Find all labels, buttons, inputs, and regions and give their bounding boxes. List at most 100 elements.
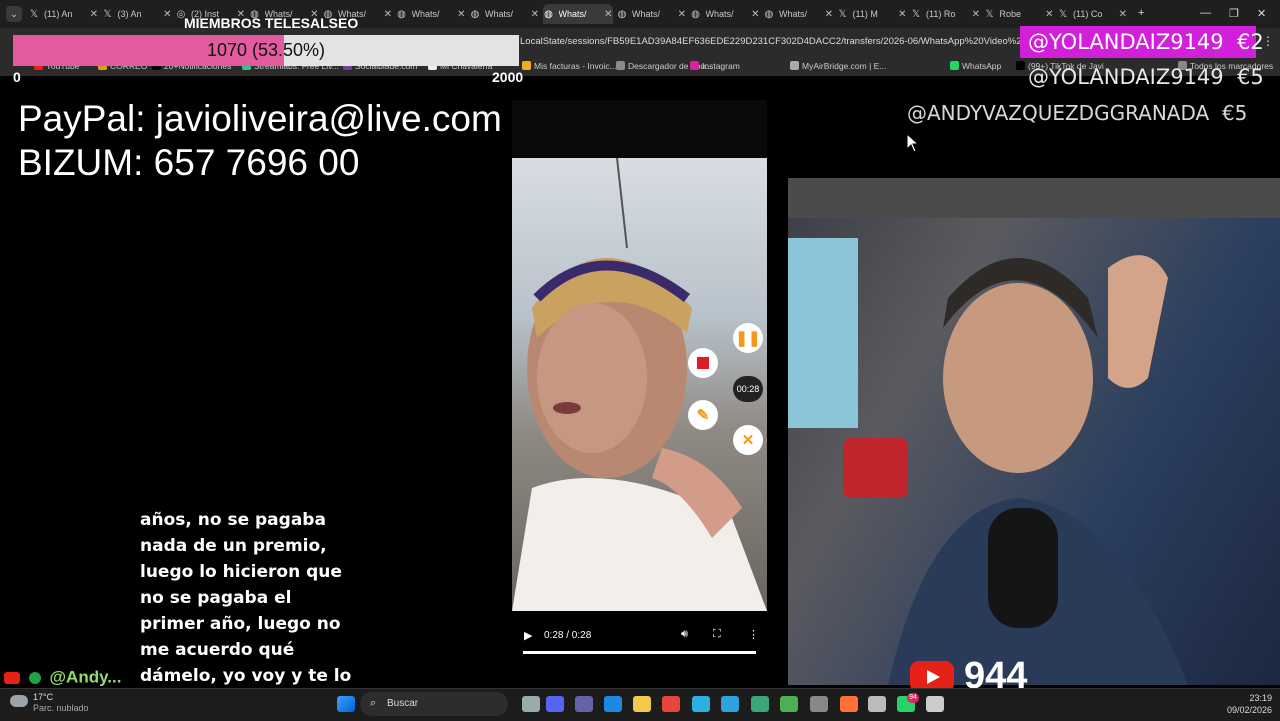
close-tab-icon[interactable]: ✕ xyxy=(1045,9,1053,20)
close-tab-icon[interactable]: ✕ xyxy=(163,9,171,20)
bookmark-label: Mis facturas - Invoic... xyxy=(534,61,617,71)
video-frame[interactable] xyxy=(512,158,767,611)
tab-9[interactable]: ◍ Whats/ ✕ xyxy=(690,4,759,24)
goal-max-label: 2000 xyxy=(492,69,524,85)
tab-13[interactable]: 𝕏 Robe ✕ xyxy=(984,4,1053,24)
tab-label: Whats/ xyxy=(485,9,514,19)
subtitle-line: primer año, luego no xyxy=(140,614,341,634)
pause-button[interactable]: ❚❚ xyxy=(733,323,763,353)
tab-label: (11) M xyxy=(852,9,878,19)
webcam-content-image xyxy=(788,178,1280,685)
close-window-icon[interactable]: ✕ xyxy=(1257,7,1266,20)
bookmark-label: Instagram xyxy=(702,61,740,71)
donor-name: @YOLANDAIZ9149 xyxy=(1028,65,1224,89)
app2-icon[interactable] xyxy=(926,696,944,712)
tab-label: (11) Ro xyxy=(926,9,956,19)
teams-icon[interactable] xyxy=(575,696,593,712)
video-time: 0:28 / 0:28 xyxy=(544,630,592,641)
close-tab-icon[interactable]: ✕ xyxy=(898,9,906,20)
globe-icon: ◍ xyxy=(544,8,553,20)
tab-8[interactable]: ◍ Whats/ ✕ xyxy=(616,4,686,24)
bizum-text: BIZUM: 657 7696 00 xyxy=(18,142,360,183)
subtitle-line: me acuerdo qué xyxy=(140,640,295,660)
video-progress-bar[interactable] xyxy=(523,651,756,654)
subtitle-line: años, no se pagaba xyxy=(140,510,326,530)
donation-amount: €5 xyxy=(1221,101,1248,125)
tab-label: Whats/ xyxy=(705,9,734,19)
task-view-icon[interactable] xyxy=(522,696,540,712)
globe-icon: ◍ xyxy=(617,8,627,20)
close-tab-icon[interactable]: ✕ xyxy=(531,9,539,20)
close-tab-icon[interactable]: ✕ xyxy=(825,9,833,20)
close-tab-icon[interactable]: ✕ xyxy=(678,9,686,20)
settings-icon[interactable] xyxy=(868,696,886,712)
stop-icon xyxy=(697,357,709,369)
play-icon[interactable]: ▶ xyxy=(524,629,532,642)
close-tab-icon[interactable]: ✕ xyxy=(384,9,392,20)
bookmark-9[interactable]: MyAirBridge.com | E... xyxy=(790,61,886,71)
maximize-icon[interactable]: ❐ xyxy=(1229,7,1239,20)
telegram-icon[interactable] xyxy=(721,696,739,712)
browser-icon[interactable] xyxy=(751,696,769,712)
chrome-icon[interactable] xyxy=(662,696,680,712)
new-tab-button[interactable]: + xyxy=(1138,7,1144,19)
globe-icon: ◍ xyxy=(397,8,406,20)
firefox-icon[interactable] xyxy=(840,696,858,712)
camtasia-icon[interactable] xyxy=(780,696,798,712)
bookmark-6[interactable]: Mis facturas - Invoic... xyxy=(522,61,617,71)
tab-label: (11) Co xyxy=(1073,9,1103,19)
stop-button[interactable] xyxy=(688,348,718,378)
outlook-icon[interactable] xyxy=(604,696,622,712)
tab-1[interactable]: 𝕏 (3) An ✕ xyxy=(102,4,171,24)
tab-12[interactable]: 𝕏 (11) Ro ✕ xyxy=(910,4,980,24)
chat-message: @Andy... xyxy=(4,667,121,688)
clock[interactable]: 23:19 09/02/2026 xyxy=(1222,692,1272,716)
webcam-feed xyxy=(788,178,1280,685)
tab-14[interactable]: 𝕏 (11) Co ✕ xyxy=(1057,4,1127,24)
tab-7[interactable]: ◍ Whats/ ✕ xyxy=(542,4,613,24)
x-icon: 𝕏 xyxy=(103,8,112,20)
tab-list-chevron-icon[interactable]: ⌄ xyxy=(6,6,22,22)
donation-amount: €2 xyxy=(1237,30,1264,54)
tab-10[interactable]: ◍ Whats/ ✕ xyxy=(763,4,833,24)
money-icon xyxy=(28,671,41,684)
tab-11[interactable]: 𝕏 (11) M ✕ xyxy=(837,4,906,24)
notification-badge: 94 xyxy=(907,693,919,703)
goal-progress-text: 1070 (53.50%) xyxy=(206,40,326,60)
bookmark-favicon-icon xyxy=(616,61,625,70)
close-tab-icon[interactable]: ✕ xyxy=(751,9,759,20)
more-options-icon[interactable]: ⋮ xyxy=(748,628,759,641)
donation-amount: €5 xyxy=(1237,65,1264,89)
subtitle-line: dámelo, yo voy y te lo xyxy=(140,666,352,686)
url-field[interactable]: LocalState/sessions/FB59E1AD39A84EF636ED… xyxy=(520,36,1051,47)
tab-0[interactable]: 𝕏 (11) An ✕ xyxy=(28,4,98,24)
discord-icon[interactable] xyxy=(546,696,564,712)
bookmark-10[interactable]: WhatsApp xyxy=(950,61,1001,71)
menu-dots-icon[interactable]: ⋮ xyxy=(1262,34,1274,48)
minimize-icon[interactable]: — xyxy=(1200,7,1211,19)
file-explorer-icon[interactable] xyxy=(633,696,651,712)
tab-5[interactable]: ◍ Whats/ ✕ xyxy=(396,4,465,24)
app-icon[interactable] xyxy=(810,696,828,712)
fullscreen-icon[interactable]: ⛶ xyxy=(713,628,721,641)
volume-icon[interactable]: 🔊︎ xyxy=(681,628,688,641)
bookmark-favicon-icon xyxy=(522,61,531,70)
edge-icon[interactable] xyxy=(692,696,710,712)
tab-6[interactable]: ◍ Whats/ ✕ xyxy=(469,4,539,24)
bookmark-8[interactable]: Instagram xyxy=(690,61,740,71)
x-icon: 𝕏 xyxy=(29,8,39,20)
taskbar-search[interactable]: ⌕ Buscar xyxy=(360,692,508,716)
mouse-cursor-icon xyxy=(906,133,920,153)
close-tab-icon[interactable]: ✕ xyxy=(90,9,98,20)
clock-date: 09/02/2026 xyxy=(1226,705,1272,715)
tab-label: Whats/ xyxy=(558,9,587,19)
close-tab-icon[interactable]: ✕ xyxy=(1119,9,1127,20)
windows-start-icon[interactable] xyxy=(337,696,355,712)
x-icon: 𝕏 xyxy=(838,8,847,20)
tools-button[interactable]: ✕ xyxy=(733,425,763,455)
brush-button[interactable]: ✎ xyxy=(688,400,718,430)
close-tab-icon[interactable]: ✕ xyxy=(604,9,612,20)
recording-timer: 00:28 xyxy=(733,376,763,402)
close-tab-icon[interactable]: ✕ xyxy=(457,9,465,20)
close-tab-icon[interactable]: ✕ xyxy=(972,9,980,20)
